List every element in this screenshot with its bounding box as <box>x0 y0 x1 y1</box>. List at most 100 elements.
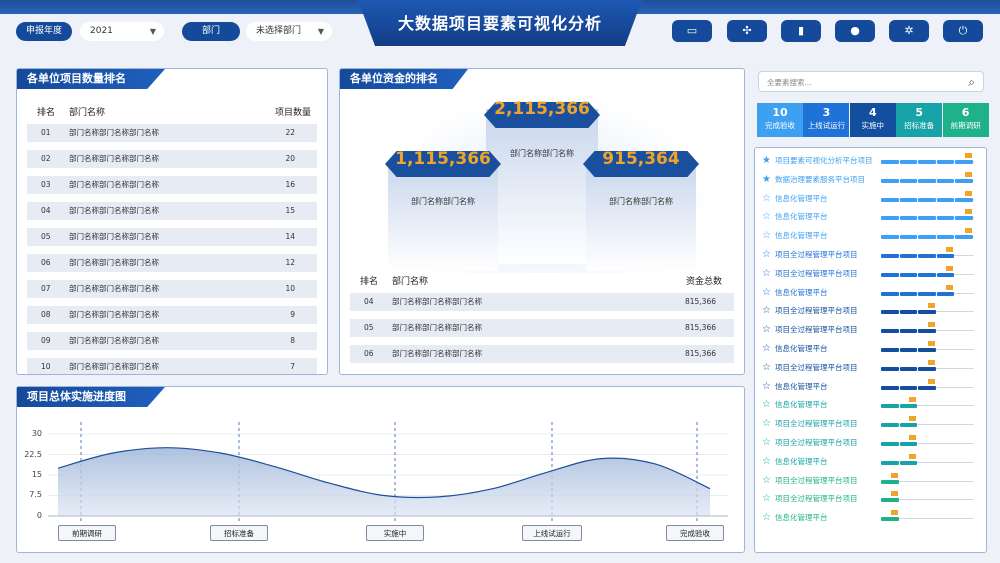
progress-segment <box>936 197 955 202</box>
progress-segment <box>918 178 936 183</box>
progress-flag-icon <box>927 322 935 328</box>
progress-segment <box>881 498 899 503</box>
star-outline-icon[interactable]: ☆ <box>762 247 771 263</box>
progress-segment <box>918 291 936 296</box>
project-name: 项目全过程管理平台项目 <box>775 475 858 485</box>
star-outline-icon[interactable]: ☆ <box>762 285 771 301</box>
progress-segment <box>881 366 899 371</box>
progress-flag-icon <box>909 435 917 440</box>
star-outline-icon[interactable]: ☆ <box>762 341 771 357</box>
progress-segment <box>936 178 955 183</box>
progress-segment <box>881 291 899 296</box>
progress-segment <box>881 160 899 164</box>
stage-button-bidding[interactable]: 招标准备 <box>210 525 268 541</box>
project-name: 项目全过程管理平台项目 <box>775 419 858 429</box>
progress-flag-icon <box>890 510 898 516</box>
stage-button-trial[interactable]: 上线试运行 <box>522 525 582 541</box>
project-name: 项目全过程管理平台项目 <box>775 325 858 335</box>
progress-segment <box>899 442 918 446</box>
progress-segment <box>918 272 936 277</box>
progress-flag-icon <box>909 397 917 403</box>
project-name: 项目全过程管理平台项目 <box>775 268 858 278</box>
project-name: 信息化管理平台 <box>775 287 828 297</box>
star-outline-icon[interactable]: ☆ <box>762 209 771 225</box>
project-name: 信息化管理平台 <box>775 212 828 222</box>
progress-segment <box>899 348 918 352</box>
progress-segment <box>899 404 918 409</box>
status-label: 上线试运行 <box>807 121 846 130</box>
progress-segment <box>918 235 936 240</box>
project-name: 信息化管理平台 <box>775 344 828 353</box>
status-filter-tile[interactable]: 6 前期调研 <box>942 103 989 137</box>
progress-flag-icon <box>909 416 917 422</box>
search-icon[interactable]: ⌕ <box>968 72 975 93</box>
progress-segment <box>899 216 918 221</box>
project-name: 信息化管理平台 <box>775 513 828 523</box>
progress-segment <box>881 442 899 446</box>
status-label: 招标准备 <box>904 121 935 130</box>
progress-segment <box>918 385 936 390</box>
star-outline-icon[interactable]: ☆ <box>762 322 771 338</box>
progress-flag-icon <box>927 359 935 365</box>
star-outline-icon[interactable]: ☆ <box>762 191 771 207</box>
progress-segment <box>881 423 899 428</box>
status-label: 前期调研 <box>950 121 981 130</box>
progress-segment <box>918 366 936 371</box>
progress-segment <box>899 235 918 240</box>
star-filled-icon[interactable]: ★ <box>762 153 771 169</box>
star-outline-icon[interactable]: ☆ <box>762 491 771 507</box>
progress-segment <box>881 254 899 258</box>
progress-flag-icon <box>946 247 954 252</box>
progress-segment <box>881 329 899 334</box>
progress-segment <box>918 197 936 202</box>
progress-flag-icon <box>927 341 935 346</box>
star-outline-icon[interactable]: ☆ <box>762 510 771 526</box>
progress-segment <box>918 310 936 315</box>
progress-segment <box>918 216 936 221</box>
progress-flag-icon <box>965 228 972 234</box>
stage-button-accepted[interactable]: 完成验收 <box>666 525 724 541</box>
star-outline-icon[interactable]: ☆ <box>762 454 771 470</box>
progress-segment <box>899 366 918 371</box>
status-filter-tile[interactable]: 5 招标准备 <box>896 103 943 137</box>
project-name: 项目全过程管理平台项目 <box>775 250 858 259</box>
progress-flag-icon <box>927 303 935 309</box>
project-name: 信息化管理平台 <box>775 231 828 241</box>
star-outline-icon[interactable]: ☆ <box>762 266 771 282</box>
search-input[interactable]: 全要素搜索... ⌕ <box>758 71 984 92</box>
progress-segment <box>881 348 899 352</box>
project-name: 项目全过程管理平台项目 <box>775 438 858 447</box>
star-outline-icon[interactable]: ☆ <box>762 360 771 376</box>
progress-segment <box>881 272 899 277</box>
star-outline-icon[interactable]: ☆ <box>762 435 771 451</box>
stage-button-implementing[interactable]: 实施中 <box>366 525 424 541</box>
star-filled-icon[interactable]: ★ <box>762 172 771 188</box>
star-outline-icon[interactable]: ☆ <box>762 416 771 432</box>
progress-segment <box>899 178 918 183</box>
progress-segment <box>881 178 899 183</box>
status-count: 4 <box>868 106 877 119</box>
progress-segment <box>918 329 936 334</box>
progress-flag-icon <box>946 284 954 290</box>
star-outline-icon[interactable]: ☆ <box>762 397 771 413</box>
project-name: 数据治理要素服务平台项目 <box>775 174 865 184</box>
progress-flag-icon <box>946 265 954 271</box>
status-label: 实施中 <box>861 121 885 130</box>
stage-button-research[interactable]: 前期调研 <box>58 525 116 541</box>
project-name: 信息化管理平台 <box>775 193 828 203</box>
progress-segment <box>918 160 936 164</box>
progress-segment <box>881 517 899 522</box>
progress-segment <box>899 160 918 164</box>
star-outline-icon[interactable]: ☆ <box>762 303 771 319</box>
progress-segment <box>955 235 973 240</box>
star-outline-icon[interactable]: ☆ <box>762 228 771 244</box>
status-filter-tile[interactable]: 4 实施中 <box>849 103 896 137</box>
progress-flag-icon <box>890 472 898 478</box>
status-filter-tile[interactable]: 3 上线试运行 <box>803 103 850 137</box>
project-name: 项目要素可视化分析平台项目 <box>775 156 873 165</box>
star-outline-icon[interactable]: ☆ <box>762 379 771 395</box>
status-filter-tile[interactable]: 10 完成验收 <box>757 103 803 137</box>
progress-flag-icon <box>890 491 898 497</box>
progress-segment <box>936 235 955 240</box>
star-outline-icon[interactable]: ☆ <box>762 473 771 489</box>
